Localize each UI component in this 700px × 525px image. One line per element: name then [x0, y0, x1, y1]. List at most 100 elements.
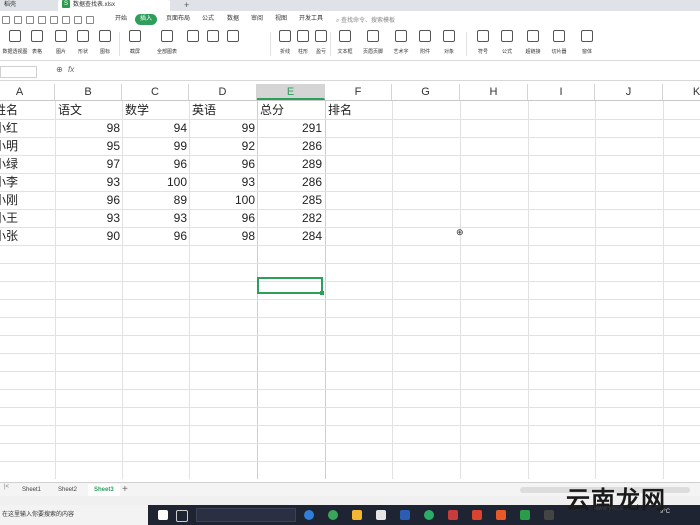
- cell-c5[interactable]: 100: [125, 173, 187, 191]
- active-cell-e10[interactable]: [257, 277, 324, 295]
- cell-e8[interactable]: 284: [260, 227, 322, 245]
- formula-input[interactable]: [82, 65, 682, 77]
- wps-writer-icon[interactable]: [496, 510, 506, 520]
- wps-spreadsheet-icon[interactable]: [520, 510, 530, 520]
- edge-icon[interactable]: [304, 510, 314, 520]
- tab-docer[interactable]: 稻壳: [0, 0, 56, 11]
- wordart-button[interactable]: 艺术字: [388, 30, 414, 55]
- zoom-icon[interactable]: ⊕: [56, 65, 63, 74]
- wechat-icon[interactable]: [424, 510, 434, 520]
- app-icon[interactable]: [448, 510, 458, 520]
- column-header-b[interactable]: B: [55, 84, 122, 100]
- sheet-tab-2[interactable]: Sheet2: [52, 484, 83, 496]
- column-header-k[interactable]: K: [663, 84, 700, 100]
- app-icon-2[interactable]: [544, 510, 554, 520]
- cell-d4[interactable]: 96: [192, 155, 255, 173]
- fx-icon[interactable]: fx: [68, 65, 74, 74]
- widgets-icon[interactable]: [176, 510, 188, 522]
- cell-a3[interactable]: 小明: [0, 137, 54, 155]
- undo-icon[interactable]: [74, 16, 82, 24]
- slicer-button[interactable]: 切片器: [546, 30, 572, 55]
- cell-d1[interactable]: 英语: [192, 101, 252, 119]
- cell-d5[interactable]: 93: [192, 173, 255, 191]
- cell-d6[interactable]: 100: [192, 191, 255, 209]
- taskbar-search-box[interactable]: 在这里输入你要搜索的内容: [0, 505, 148, 525]
- cell-b5[interactable]: 93: [58, 173, 120, 191]
- attachment-button[interactable]: 附件: [412, 30, 438, 55]
- screenshot-button[interactable]: 截屏: [122, 30, 148, 55]
- cell-a4[interactable]: 小绿: [0, 155, 54, 173]
- taskbar-browser-search[interactable]: [196, 508, 296, 522]
- sheet-nav-icon[interactable]: |<: [4, 484, 9, 490]
- sheet-tab-3[interactable]: Sheet3: [88, 484, 120, 496]
- cell-a6[interactable]: 小刚: [0, 191, 54, 209]
- menu-developer[interactable]: 开发工具: [296, 14, 326, 25]
- cell-e6[interactable]: 285: [260, 191, 322, 209]
- print-icon[interactable]: [50, 16, 58, 24]
- column-header-i[interactable]: I: [528, 84, 595, 100]
- browser-icon[interactable]: [328, 510, 338, 520]
- new-tab-icon[interactable]: +: [184, 0, 189, 11]
- cell-d8[interactable]: 98: [192, 227, 255, 245]
- column-header-g[interactable]: G: [392, 84, 460, 100]
- symbol-button[interactable]: 符号: [470, 30, 496, 55]
- cell-e3[interactable]: 286: [260, 137, 322, 155]
- cell-a7[interactable]: 小王: [0, 209, 54, 227]
- tab-workbook[interactable]: S 数据查找表.xlsx: [58, 0, 170, 11]
- menu-review[interactable]: 审阅: [248, 14, 266, 25]
- sheet-tab-1[interactable]: Sheet1: [16, 484, 47, 496]
- cell-e7[interactable]: 282: [260, 209, 322, 227]
- redo-icon[interactable]: [86, 16, 94, 24]
- all-charts-button[interactable]: 全部图表: [154, 30, 180, 55]
- menu-page-layout[interactable]: 页面布局: [163, 14, 193, 25]
- column-header-c[interactable]: C: [122, 84, 189, 100]
- column-header-j[interactable]: J: [595, 84, 663, 100]
- cell-b3[interactable]: 95: [58, 137, 120, 155]
- equation-button[interactable]: 公式: [494, 30, 520, 55]
- column-header-f[interactable]: F: [325, 84, 392, 100]
- cell-c1[interactable]: 数学: [125, 101, 185, 119]
- cell-c2[interactable]: 94: [125, 119, 187, 137]
- cell-c7[interactable]: 93: [125, 209, 187, 227]
- pie-chart-button[interactable]: [220, 30, 246, 42]
- hyperlink-button[interactable]: 超链接: [520, 30, 546, 55]
- menu-insert[interactable]: 插入: [135, 14, 158, 25]
- cell-e5[interactable]: 286: [260, 173, 322, 191]
- column-header-e[interactable]: E: [257, 84, 325, 100]
- column-header-d[interactable]: D: [189, 84, 257, 100]
- form-button[interactable]: 窗体: [574, 30, 600, 55]
- cell-d3[interactable]: 92: [192, 137, 255, 155]
- cell-b4[interactable]: 97: [58, 155, 120, 173]
- menu-home[interactable]: 开始: [112, 14, 130, 25]
- column-header-a[interactable]: A: [0, 84, 55, 100]
- cell-d7[interactable]: 96: [192, 209, 255, 227]
- preview-icon[interactable]: [62, 16, 70, 24]
- folder-icon[interactable]: [352, 510, 362, 520]
- wps-icon[interactable]: [472, 510, 482, 520]
- open-folder-icon[interactable]: [26, 16, 34, 24]
- cell-d2[interactable]: 99: [192, 119, 255, 137]
- cell-a2[interactable]: 小红: [0, 119, 54, 137]
- taskview-icon[interactable]: [158, 510, 168, 520]
- cell-b7[interactable]: 93: [58, 209, 120, 227]
- cell-e4[interactable]: 289: [260, 155, 322, 173]
- menu-data[interactable]: 数据: [224, 14, 242, 25]
- cell-c3[interactable]: 99: [125, 137, 187, 155]
- cell-e1[interactable]: 总分: [260, 101, 320, 119]
- cell-b1[interactable]: 语文: [58, 101, 118, 119]
- cell-b2[interactable]: 98: [58, 119, 120, 137]
- table-button[interactable]: 表格: [24, 30, 50, 55]
- new-file-icon[interactable]: [14, 16, 22, 24]
- menu-view[interactable]: 视图: [272, 14, 290, 25]
- textbox-button[interactable]: 文本框: [332, 30, 358, 55]
- header-footer-button[interactable]: 页眉页脚: [360, 30, 386, 55]
- icon-library-button[interactable]: 图标: [92, 30, 118, 55]
- cell-f1[interactable]: 排名: [328, 101, 388, 119]
- cell-c6[interactable]: 89: [125, 191, 187, 209]
- add-sheet-icon[interactable]: +: [122, 483, 128, 496]
- store-icon[interactable]: [376, 510, 386, 520]
- object-button[interactable]: 对象: [436, 30, 462, 55]
- name-box[interactable]: [0, 66, 37, 78]
- cell-grid[interactable]: 姓名 语文 数学 英语 总分 排名 小红 98 94 99 291 小明 95 99 92 286…: [0, 101, 700, 479]
- photoshop-icon[interactable]: [400, 510, 410, 520]
